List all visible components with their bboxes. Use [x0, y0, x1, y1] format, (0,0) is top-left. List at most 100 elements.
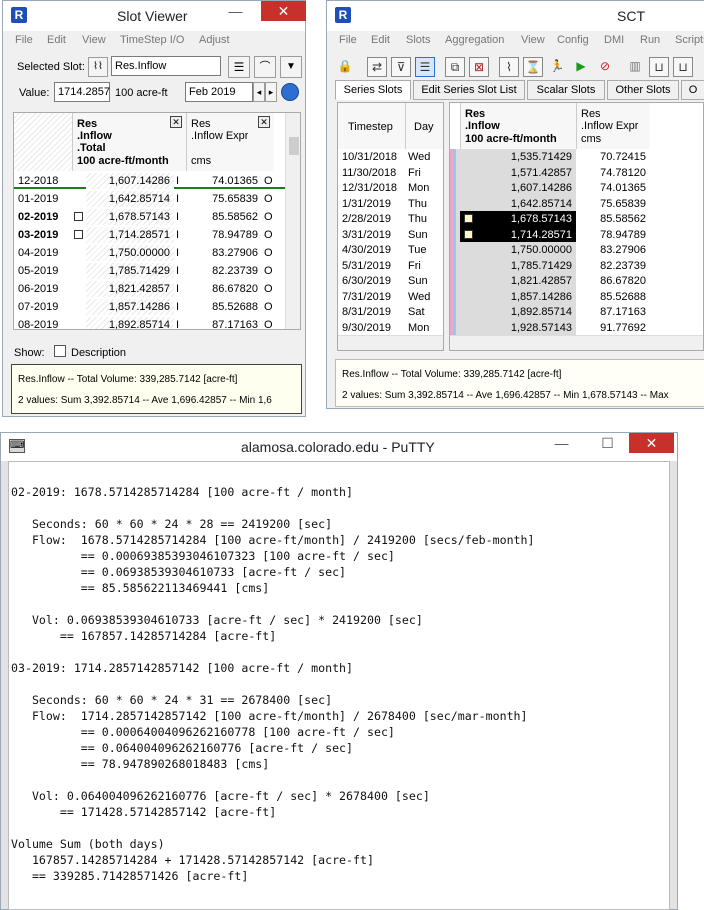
table-row[interactable]: 9/30/2019 Mon: [338, 320, 443, 336]
sct-titlebar[interactable]: R SCT: [327, 1, 704, 31]
row-inflow-value[interactable]: 1,892.85714: [86, 317, 174, 329]
row-expr-value[interactable]: 70.72415: [576, 149, 650, 165]
table-row[interactable]: 7/31/2019 Wed: [338, 289, 443, 305]
table-row[interactable]: 1,892.85714 87.17163: [460, 304, 660, 320]
play-icon[interactable]: ▶: [571, 57, 591, 77]
date-prev-icon[interactable]: ◂: [253, 82, 265, 102]
putty-minimize-button[interactable]: —: [539, 433, 584, 453]
col1-close-icon[interactable]: ✕: [170, 116, 182, 128]
menu-timestep-io[interactable]: TimeStep I/O: [120, 34, 184, 46]
date-input[interactable]: Feb 2019: [185, 82, 253, 102]
putty-maximize-button[interactable]: ☐: [585, 433, 630, 453]
table-row[interactable]: 2/28/2019 Thu: [338, 211, 443, 227]
row-expr-value[interactable]: 85.52688: [576, 289, 650, 305]
table-row[interactable]: 8/31/2019 Sat: [338, 304, 443, 320]
row-inflow-value[interactable]: 1,607.14286: [460, 180, 576, 196]
swap-icon[interactable]: ⇄: [367, 57, 387, 77]
table-row[interactable]: 05-2019 1,785.71429 I 82.23739 O: [14, 263, 286, 279]
col2-header[interactable]: Res .Inflow Expr cms ✕: [186, 113, 274, 171]
dropdown-icon[interactable]: ▼: [280, 56, 302, 78]
selected-slot-input[interactable]: Res.Inflow: [111, 56, 221, 76]
menu-edit[interactable]: Edit: [47, 34, 66, 46]
row-expr-value[interactable]: 74.01365: [576, 180, 650, 196]
table-row[interactable]: 1,607.14286 74.01365: [460, 180, 660, 196]
slot-viewer-vscroll[interactable]: [285, 113, 300, 329]
row-expr-value[interactable]: 75.65839: [186, 191, 262, 207]
export2-icon[interactable]: ⊔: [673, 57, 693, 77]
list-icon[interactable]: ☰: [415, 57, 435, 77]
table-row[interactable]: 07-2019 1,857.14286 I 85.52688 O: [14, 299, 286, 315]
row-inflow-value[interactable]: 1,785.71429: [460, 257, 576, 274]
table-row[interactable]: 1,750.00000 83.27906: [460, 242, 660, 258]
timestep-header-cell[interactable]: Timestep: [338, 103, 406, 149]
clear-icon[interactable]: ⊠: [469, 57, 489, 77]
row-inflow-value[interactable]: 1,892.85714: [460, 304, 576, 320]
plot-toolbar-icon[interactable]: ⌇: [499, 57, 519, 77]
table-row[interactable]: 1,821.42857 86.67820: [460, 273, 660, 289]
row-expr-value[interactable]: 82.23739: [186, 263, 262, 279]
table-row[interactable]: 03-2019 1,714.28571 I 78.94789 O: [14, 227, 286, 243]
row-inflow-value[interactable]: 1,857.14286: [86, 299, 174, 315]
menu-adjust[interactable]: Adjust: [199, 34, 230, 46]
table-row[interactable]: 11/30/2018 Fri: [338, 165, 443, 181]
table-row[interactable]: 1,642.85714 75.65839: [460, 195, 660, 212]
table-row[interactable]: 1/31/2019 Thu: [338, 196, 443, 212]
table-row[interactable]: 10/31/2018 Wed: [338, 149, 443, 165]
sct-menu-view[interactable]: View: [521, 34, 545, 46]
value-input[interactable]: 1714.2857: [54, 82, 110, 102]
table-row[interactable]: 01-2019 1,642.85714 I 75.65839 O: [14, 191, 286, 207]
sct-menu-config[interactable]: Config: [557, 34, 589, 46]
col1-header[interactable]: Res .Inflow .Total 100 acre-ft/month ✕: [72, 113, 186, 171]
row-expr-value[interactable]: 85.58562: [576, 211, 650, 227]
row-expr-value[interactable]: 78.94789: [186, 227, 262, 243]
open-slot-icon[interactable]: ⧉: [445, 57, 465, 77]
row-expr-value[interactable]: 74.01365: [186, 173, 262, 189]
table-row[interactable]: 1,571.42857 74.78120: [460, 164, 660, 181]
row-expr-value[interactable]: 74.78120: [576, 165, 650, 181]
sct-col1-header[interactable]: Res .Inflow 100 acre-ft/month: [460, 103, 576, 149]
row-expr-value[interactable]: 86.67820: [186, 281, 262, 297]
table-row[interactable]: 1,928.57143 91.77692: [460, 319, 660, 336]
menu-view[interactable]: View: [82, 34, 106, 46]
run-person-icon[interactable]: 🏃: [547, 57, 567, 77]
plot-icon[interactable]: ⌒: [254, 56, 276, 78]
sct-timestep-grid[interactable]: Timestep Day 10/31/2018 Wed 11/30/2018 Fri 1…: [337, 102, 444, 351]
table-row[interactable]: 08-2019 1,892.85714 I 87.17163 O: [14, 317, 286, 329]
row-inflow-value[interactable]: 1,535.71429: [460, 149, 576, 165]
tab-other-slots[interactable]: Other Slots: [607, 80, 679, 100]
row-inflow-value[interactable]: 1,928.57143: [460, 319, 576, 336]
stop-icon[interactable]: ⊘: [595, 57, 615, 77]
table-row[interactable]: 1,785.71429 82.23739: [460, 257, 660, 274]
menu-icon[interactable]: ☰: [228, 56, 250, 78]
row-expr-value[interactable]: 78.94789: [576, 227, 650, 243]
table-row[interactable]: 02-2019 1,678.57143 I 85.58562 O: [14, 209, 286, 225]
slot-plot-icon[interactable]: ⌇⌇: [88, 57, 108, 77]
table-row[interactable]: 1,714.28571 78.94789: [460, 226, 660, 243]
lock-icon[interactable]: 🔒: [335, 57, 355, 77]
sct-left-hscroll[interactable]: [338, 335, 443, 350]
table-row[interactable]: 1,857.14286 85.52688: [460, 288, 660, 305]
description-checkbox[interactable]: [54, 345, 66, 357]
sct-right-hscroll[interactable]: [450, 335, 703, 350]
row-inflow-value[interactable]: 1,785.71429: [86, 263, 174, 279]
sct-menu-scripts[interactable]: Scripts: [675, 34, 704, 46]
row-inflow-value[interactable]: 1,642.85714: [86, 191, 174, 207]
row-expr-value[interactable]: 75.65839: [576, 196, 650, 212]
row-inflow-value[interactable]: 1,678.57143: [460, 211, 576, 227]
sct-menu-aggregation[interactable]: Aggregation: [445, 34, 504, 46]
row-expr-value[interactable]: 87.17163: [576, 304, 650, 320]
row-expr-value[interactable]: 85.58562: [186, 209, 262, 225]
table-row[interactable]: 1,535.71429 70.72415: [460, 149, 660, 165]
sct-data-grid[interactable]: Res .Inflow 100 acre-ft/month Res .Inflo…: [449, 102, 704, 351]
putty-terminal[interactable]: 02-2019: 1678.5714285714284 [100 acre-ft…: [8, 461, 670, 910]
row-inflow-value[interactable]: 1,607.14286: [86, 173, 174, 189]
scroll-thumb[interactable]: [289, 137, 299, 155]
sct-menu-dmi[interactable]: DMI: [604, 34, 624, 46]
date-next-icon[interactable]: ▸: [265, 82, 277, 102]
table-row[interactable]: 6/30/2019 Sun: [338, 273, 443, 289]
sct-menu-file[interactable]: File: [339, 34, 357, 46]
bars-icon[interactable]: ▥: [625, 57, 645, 77]
row-expr-value[interactable]: 82.23739: [576, 258, 650, 274]
tab-scalar-slots[interactable]: Scalar Slots: [527, 80, 605, 100]
sct-col2-header[interactable]: Res .Inflow Expr cms: [576, 103, 650, 149]
